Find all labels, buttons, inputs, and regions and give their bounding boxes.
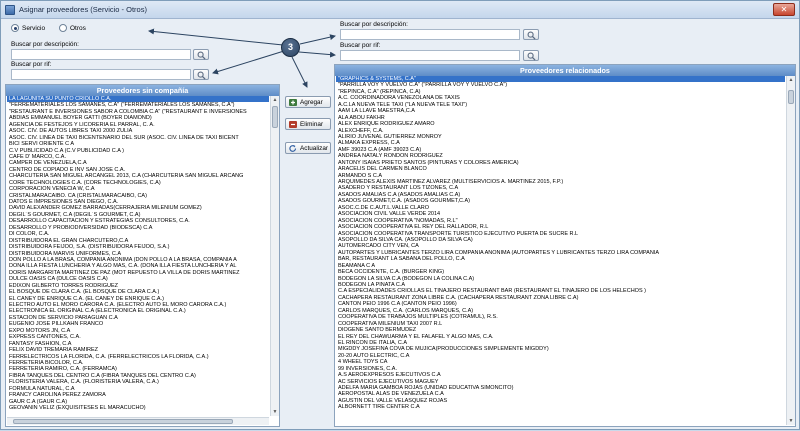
left-panel-title: Proveedores sin compañía xyxy=(6,85,279,96)
app-icon xyxy=(5,5,15,15)
close-button[interactable]: ✕ xyxy=(773,3,795,16)
scroll-thumb[interactable] xyxy=(272,106,278,128)
add-button-label: Agregar xyxy=(300,99,323,106)
scroll-down-icon[interactable]: ▼ xyxy=(787,417,795,425)
right-provider-panel: Proveedores relacionados "GRAPHICS & SYS… xyxy=(334,64,796,427)
right-rif-label: Buscar por rif: xyxy=(340,42,381,49)
magnifier-icon xyxy=(197,71,206,80)
left-rif-label: Buscar por rif: xyxy=(11,61,52,68)
refresh-button-label: Actualizar xyxy=(300,145,329,152)
scroll-thumb[interactable] xyxy=(788,90,794,104)
left-horizontal-scrollbar[interactable] xyxy=(7,417,269,425)
right-rif-search-button[interactable] xyxy=(523,50,539,61)
left-rif-search-button[interactable] xyxy=(193,69,209,80)
list-item[interactable]: CHARCUTERIA SAN MIGUEL ARCANGEL 2013, C.… xyxy=(7,173,269,179)
left-rif-input[interactable] xyxy=(11,69,191,80)
refresh-icon xyxy=(289,145,297,152)
scroll-up-icon[interactable]: ▲ xyxy=(271,96,279,104)
add-button[interactable]: Agregar xyxy=(285,96,331,108)
right-desc-search-button[interactable] xyxy=(523,29,539,40)
callout-badge: 3 xyxy=(281,38,300,57)
scroll-down-icon[interactable]: ▼ xyxy=(271,408,279,416)
scroll-up-icon[interactable]: ▲ xyxy=(787,76,795,84)
left-vertical-scrollbar[interactable]: ▲ ▼ xyxy=(270,96,279,416)
refresh-button[interactable]: Actualizar xyxy=(285,142,331,154)
right-desc-label: Buscar por descripción: xyxy=(340,21,408,28)
right-provider-list[interactable]: "GRAPHICS & SYSTEMS, C.A" "PARRILLA VOY Y… xyxy=(336,76,785,425)
main-window: Asignar proveedores (Servicio - Otros) ✕… xyxy=(0,0,800,430)
title-bar: Asignar proveedores (Servicio - Otros) ✕ xyxy=(1,1,799,19)
list-item[interactable]: ALBORNETT TIRE CENTER C.A xyxy=(336,404,785,410)
right-panel-title: Proveedores relacionados xyxy=(335,65,795,76)
right-desc-input[interactable] xyxy=(340,29,520,40)
magnifier-icon xyxy=(197,51,206,60)
radio-otros-label: Otros xyxy=(70,25,86,32)
minus-icon xyxy=(289,121,297,128)
left-desc-search-button[interactable] xyxy=(193,49,209,60)
radio-servicio[interactable] xyxy=(11,24,19,32)
list-item[interactable]: GEOVANIN VELIZ (EXQUISITESES EL MARACUCH… xyxy=(7,405,269,411)
list-item[interactable]: "FERREMATERIALES LOS SAMANES, C.A" ("FER… xyxy=(7,102,269,108)
hscroll-thumb[interactable] xyxy=(13,419,233,424)
list-item[interactable]: DOÑA ILLA FIESTA LUNCHERIA Y ALGO MAS, C… xyxy=(7,263,269,269)
remove-button-label: Eliminar xyxy=(300,121,324,128)
left-desc-input[interactable] xyxy=(11,49,191,60)
left-provider-panel: Proveedores sin compañía LA LAGUNITA SU … xyxy=(5,84,280,427)
left-desc-label: Buscar por descripción: xyxy=(11,41,79,48)
left-provider-list[interactable]: LA LAGUNITA SU PUNTO CRIOLLO C.A. "FERREM… xyxy=(7,96,269,416)
plus-icon xyxy=(289,99,297,106)
magnifier-icon xyxy=(527,52,536,61)
magnifier-icon xyxy=(527,31,536,40)
right-rif-input[interactable] xyxy=(340,50,520,61)
radio-servicio-label: Servicio xyxy=(22,25,46,32)
right-vertical-scrollbar[interactable]: ▲ ▼ xyxy=(786,76,795,425)
radio-otros[interactable] xyxy=(59,24,67,32)
remove-button[interactable]: Eliminar xyxy=(285,118,331,130)
window-title: Asignar proveedores (Servicio - Otros) xyxy=(19,5,147,14)
